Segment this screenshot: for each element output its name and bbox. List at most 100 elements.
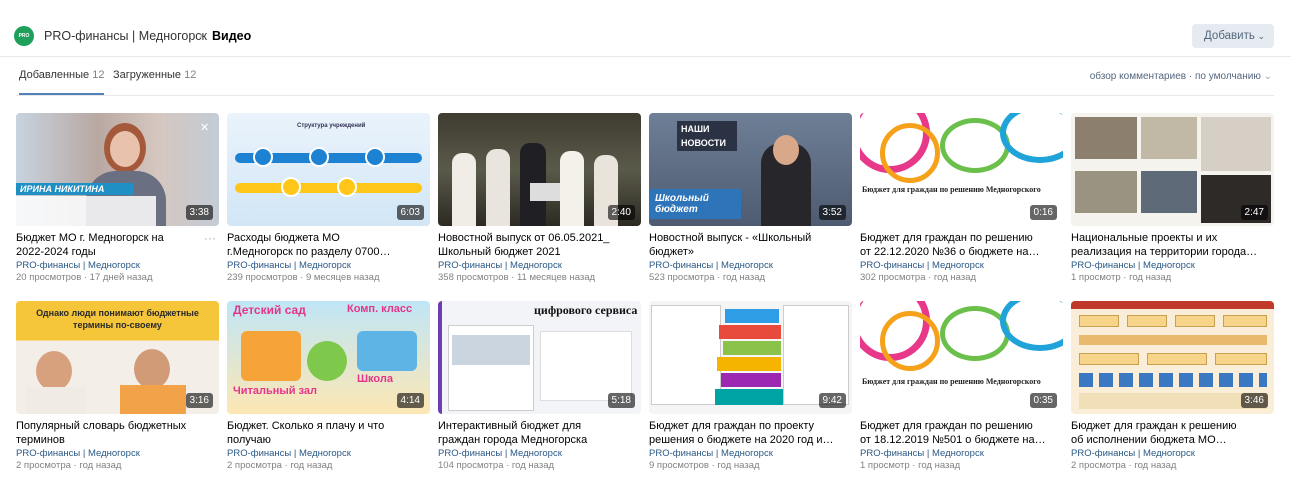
video-thumbnail[interactable]: цифрового сервиса 5:18 [438, 301, 641, 414]
diagram-box [1079, 353, 1139, 365]
video-thumbnail[interactable]: Структура учреждений 6:03 [227, 113, 430, 226]
video-thumbnail[interactable]: 2:47 [1071, 113, 1274, 226]
thumb-text: Комп. класс [347, 303, 413, 315]
video-channel[interactable]: PRO-финансы | Медногорск [860, 448, 984, 459]
person-body [120, 385, 186, 414]
video-channel[interactable]: PRO-финансы | Медногорск [227, 260, 351, 271]
slide-node [365, 147, 385, 167]
overlay-text: Бюджет для граждан по решению Медногорск… [862, 185, 1041, 194]
video-channel[interactable]: PRO-финансы | Медногорск [227, 448, 351, 459]
video-channel[interactable]: PRO-финансы | Медногорск [438, 260, 562, 271]
presenter-face [110, 131, 140, 167]
breadcrumb-community[interactable]: PRO-финансы | Медногорск [44, 29, 207, 43]
video-title[interactable]: Популярный словарь бюджетных терминов [16, 419, 214, 447]
video-card[interactable]: Бюджет для граждан по решению Медногорск… [860, 301, 1063, 479]
tab-added[interactable]: Добавленные 12 [19, 69, 105, 95]
video-title[interactable]: Бюджет для граждан по проекту решения о … [649, 419, 847, 447]
video-meta: 2 просмотра · год назад [1071, 460, 1177, 471]
photo-tile [1075, 117, 1137, 159]
video-duration: 9:42 [818, 393, 846, 408]
toy-building [241, 331, 301, 381]
more-icon[interactable]: ··· [204, 231, 216, 245]
video-channel[interactable]: PRO-финансы | Медногорск [649, 448, 773, 459]
video-card[interactable]: НАШИ НОВОСТИ Школьный бюджет 3:52 Новостн… [649, 113, 852, 293]
video-title[interactable]: Интерактивный бюджет для граждан города … [438, 419, 636, 447]
video-card[interactable]: 2:40 Новостной выпуск от 06.05.2021_ Шко… [438, 113, 641, 293]
video-title[interactable]: Новостной выпуск от 06.05.2021_ Школьный… [438, 231, 636, 259]
tab-uploaded-label: Загруженные [113, 69, 182, 81]
page-header: PRO PRO-финансы | Медногорск › Видео Доб… [0, 0, 1291, 57]
video-card[interactable]: Однако люди понимают бюджетные термины п… [16, 301, 219, 479]
video-duration: 3:46 [1240, 393, 1268, 408]
video-thumbnail[interactable]: 2:40 [438, 113, 641, 226]
video-thumbnail[interactable]: Бюджет для граждан по решению Медногорск… [860, 113, 1063, 226]
video-duration: 5:18 [607, 393, 635, 408]
video-card[interactable]: цифрового сервиса 5:18 Интерактивный бюд… [438, 301, 641, 479]
book [725, 309, 779, 323]
divider [16, 95, 1274, 96]
video-thumbnail[interactable]: Детский сад Комп. класс Читальный зал Шк… [227, 301, 430, 414]
book [721, 373, 781, 387]
photo-tile [1141, 117, 1197, 159]
video-thumbnail[interactable]: Однако люди понимают бюджетные термины п… [16, 301, 219, 414]
video-thumbnail[interactable]: 9:42 [649, 301, 852, 414]
video-meta: 2 просмотра · год назад [16, 460, 122, 471]
accent-bar [438, 301, 442, 414]
screenshot-image [452, 335, 530, 365]
slide-node [281, 177, 301, 197]
book [719, 325, 781, 339]
video-duration: 3:16 [185, 393, 213, 408]
tab-uploaded[interactable]: Загруженные 12 [113, 69, 196, 95]
video-thumbnail[interactable]: Бюджет для граждан по решению Медногорск… [860, 301, 1063, 414]
sort-label: обзор комментариев · по умолчанию [1089, 71, 1261, 82]
news-logo: НАШИ НОВОСТИ [677, 121, 737, 151]
slide-node [253, 147, 273, 167]
video-channel[interactable]: PRO-финансы | Медногорск [16, 260, 140, 271]
video-channel[interactable]: PRO-финансы | Медногорск [860, 260, 984, 271]
chevron-right-icon: › [199, 28, 203, 42]
screenshot-panel [540, 331, 632, 401]
video-channel[interactable]: PRO-финансы | Медногорск [438, 448, 562, 459]
tab-added-label: Добавленные [19, 69, 90, 81]
video-meta: 2 просмотра · год назад [227, 460, 333, 471]
video-title[interactable]: Новостной выпуск - «Школьный бюджет» [649, 231, 847, 259]
video-card[interactable]: 2:47 Национальные проекты и их реализаци… [1071, 113, 1274, 293]
caption-box [16, 196, 156, 226]
diagram-box [1175, 315, 1215, 327]
icon-row [1079, 373, 1267, 387]
video-title[interactable]: Бюджет для граждан по решению от 22.12.2… [860, 231, 1058, 259]
video-card[interactable]: Структура учреждений 6:03 Расходы бюджет… [227, 113, 430, 293]
video-title[interactable]: Расходы бюджета МО г.Медногорск по разде… [227, 231, 425, 259]
ring-decor [1000, 113, 1063, 163]
video-meta: 9 просмотров · год назад [649, 460, 760, 471]
video-duration: 0:16 [1029, 205, 1057, 220]
video-channel[interactable]: PRO-финансы | Медногорск [1071, 260, 1195, 271]
book [723, 341, 781, 355]
video-duration: 4:14 [396, 393, 424, 408]
close-icon[interactable]: ✕ [200, 121, 209, 134]
video-thumbnail[interactable]: НАШИ НОВОСТИ Школьный бюджет 3:52 [649, 113, 852, 226]
video-title[interactable]: Бюджет для граждан по решению от 18.12.2… [860, 419, 1058, 447]
overlay-text: Структура учреждений [297, 123, 366, 129]
video-title[interactable]: Бюджет МО г. Медногорск на 2022-2024 год… [16, 231, 214, 259]
add-button-label: Добавить [1204, 30, 1255, 42]
video-channel[interactable]: PRO-финансы | Медногорск [649, 260, 773, 271]
video-title[interactable]: Бюджет. Сколько я плачу и что получаю [227, 419, 425, 447]
diagram-bar [1079, 335, 1267, 345]
video-title[interactable]: Национальные проекты и их реализация на … [1071, 231, 1269, 259]
community-avatar[interactable]: PRO [14, 26, 34, 46]
video-card[interactable]: ИРИНА НИКИТИНА ✕ 3:38 Бюджет МО г. Медно… [16, 113, 219, 293]
video-channel[interactable]: PRO-финансы | Медногорск [1071, 448, 1195, 459]
video-thumbnail[interactable]: 3:46 [1071, 301, 1274, 414]
slide-bar [235, 183, 422, 193]
video-thumbnail[interactable]: ИРИНА НИКИТИНА ✕ 3:38 [16, 113, 219, 226]
video-card[interactable]: 3:46 Бюджет для граждан к решению об исп… [1071, 301, 1274, 479]
video-meta: 1 просмотр · год назад [860, 460, 961, 471]
video-card[interactable]: 9:42 Бюджет для граждан по проекту решен… [649, 301, 852, 479]
sort-dropdown[interactable]: обзор комментариев · по умолчанию ⌄ [1090, 71, 1272, 82]
video-channel[interactable]: PRO-финансы | Медногорск [16, 448, 140, 459]
add-button[interactable]: Добавить ⌄ [1192, 24, 1274, 48]
video-card[interactable]: Детский сад Комп. класс Читальный зал Шк… [227, 301, 430, 479]
video-card[interactable]: Бюджет для граждан по решению Медногорск… [860, 113, 1063, 293]
video-title[interactable]: Бюджет для граждан к решению об исполнен… [1071, 419, 1269, 447]
